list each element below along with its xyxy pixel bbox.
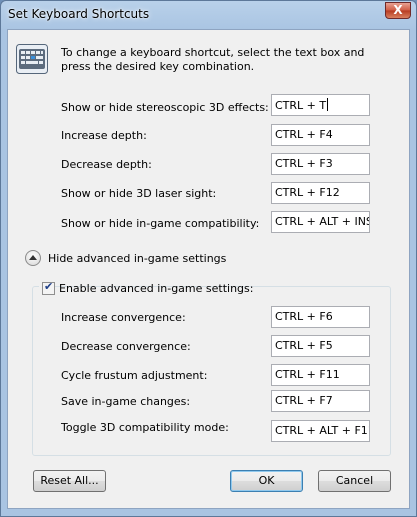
reset-all-button[interactable]: Reset All... <box>33 470 106 492</box>
shortcut-label-laser-sight: Show or hide 3D laser sight: <box>61 187 217 200</box>
shortcut-label-compatibility: Show or hide in-game compatibility: <box>61 217 260 230</box>
advanced-toggle-label: Hide advanced in-game settings <box>48 252 227 265</box>
cancel-button[interactable]: Cancel <box>318 470 391 492</box>
advanced-input-increase-convergence[interactable]: CTRL + F6 <box>271 306 370 328</box>
enable-advanced-checkbox[interactable] <box>42 280 55 295</box>
advanced-input-save-changes[interactable]: CTRL + F7 <box>271 390 370 412</box>
advanced-label-decrease-convergence: Decrease convergence: <box>61 340 191 353</box>
ok-button[interactable]: OK <box>230 470 303 492</box>
shortcut-input-compatibility[interactable]: CTRL + ALT + INSE <box>271 211 370 233</box>
shortcut-input-increase-depth[interactable]: CTRL + F4 <box>271 124 370 146</box>
close-icon: X <box>393 3 403 17</box>
advanced-input-cycle-frustum[interactable]: CTRL + F11 <box>271 364 370 386</box>
title-bar[interactable]: Set Keyboard Shortcuts X <box>1 1 416 29</box>
intro-text: To change a keyboard shortcut, select th… <box>61 46 365 73</box>
advanced-label-save-changes: Save in-game changes: <box>61 395 191 408</box>
advanced-label-increase-convergence: Increase convergence: <box>61 311 186 324</box>
window-title: Set Keyboard Shortcuts <box>8 7 150 21</box>
shortcut-label-decrease-depth: Decrease depth: <box>61 158 152 171</box>
shortcut-input-stereo-3d[interactable]: CTRL + T <box>271 94 370 116</box>
keyboard-icon <box>16 44 48 74</box>
dialog-client-area: To change a keyboard shortcut, select th… <box>7 29 410 509</box>
dialog-window: Set Keyboard Shortcuts X To change a key… <box>0 0 417 517</box>
shortcut-input-laser-sight[interactable]: CTRL + F12 <box>271 182 370 204</box>
shortcut-label-increase-depth: Increase depth: <box>61 129 147 142</box>
shortcut-input-decrease-depth[interactable]: CTRL + F3 <box>271 153 370 175</box>
enable-advanced-checkbox-row[interactable]: Enable advanced in-game settings: <box>39 280 253 296</box>
chevron-up-icon[interactable] <box>25 250 41 266</box>
advanced-input-toggle-compat[interactable]: CTRL + ALT + F11 <box>271 420 370 442</box>
advanced-label-cycle-frustum: Cycle frustum adjustment: <box>61 369 208 382</box>
close-button[interactable]: X <box>385 2 411 19</box>
advanced-label-toggle-compat: Toggle 3D compatibility mode: <box>61 421 229 434</box>
advanced-input-decrease-convergence[interactable]: CTRL + F5 <box>271 335 370 357</box>
shortcut-label-stereo-3d: Show or hide stereoscopic 3D effects: <box>61 101 269 114</box>
enable-advanced-label: Enable advanced in-game settings: <box>59 282 254 295</box>
